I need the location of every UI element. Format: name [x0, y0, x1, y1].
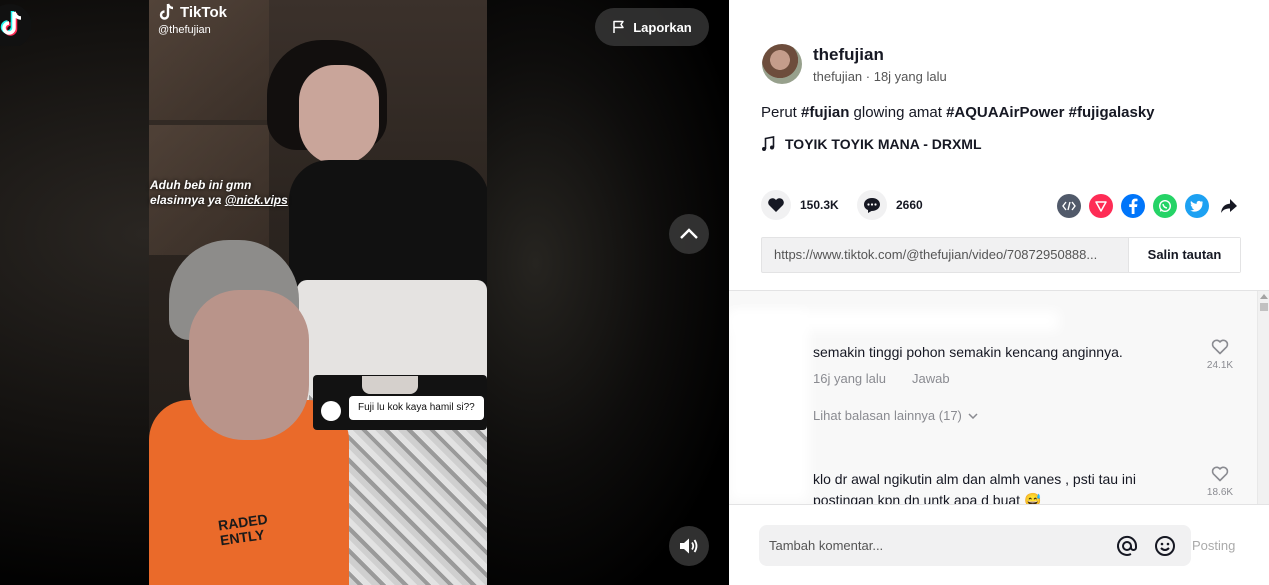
comment-placeholder: Tambah komentar...	[769, 538, 884, 553]
video-player[interactable]: RADED ENTLY TikTok @thefujian Aduh beb i…	[0, 0, 729, 585]
tiktok-note-icon	[159, 3, 174, 20]
video-link-field[interactable]: https://www.tiktok.com/@thefujian/video/…	[762, 238, 1128, 272]
comment-input[interactable]: Tambah komentar...	[759, 525, 1191, 566]
view-more-replies[interactable]: Lihat balasan lainnya (17)	[813, 408, 978, 423]
author-name[interactable]: thefujian	[813, 45, 884, 65]
heart-outline-icon	[1211, 466, 1229, 482]
comment-text-line2: postingan kpn dn untk apa d buat 😅	[813, 492, 1042, 504]
music-link[interactable]: TOYIK TOYIK MANA - DRXML	[761, 136, 982, 152]
video-frame[interactable]: RADED ENTLY	[149, 0, 487, 585]
copy-link-box: https://www.tiktok.com/@thefujian/video/…	[761, 237, 1241, 273]
send-to-friends-icon[interactable]	[1089, 194, 1113, 218]
author-avatar[interactable]	[762, 44, 802, 84]
flag-icon	[613, 20, 624, 33]
embed-icon[interactable]	[1057, 194, 1081, 218]
like-circle[interactable]	[761, 190, 791, 220]
overlay-line-2-text: elasinnya ya	[150, 193, 225, 207]
twitter-icon[interactable]	[1185, 194, 1209, 218]
watermark-logo: TikTok	[159, 2, 227, 22]
hashtag-fujigalasky[interactable]: #fujigalasky	[1069, 104, 1155, 121]
author-handle: thefujian	[813, 69, 863, 84]
comment-time: 16j yang lalu	[813, 371, 886, 386]
emoji-icon[interactable]	[1153, 534, 1177, 558]
comment-like-button[interactable]: 18.6K	[1206, 466, 1234, 498]
reply-link[interactable]: Jawab	[912, 371, 950, 386]
comment-circle[interactable]	[857, 190, 887, 220]
comment-button[interactable]: 2660	[857, 190, 923, 220]
comment-icon	[864, 197, 880, 213]
comment-scrollbar[interactable]	[1257, 291, 1269, 504]
tiktok-logo-icon[interactable]	[0, 2, 32, 48]
overlay-line-1: Aduh beb ini gmn	[150, 178, 252, 192]
hashtag-fujian[interactable]: #fujian	[801, 104, 849, 121]
person-face	[299, 65, 379, 165]
hashtag-aqua[interactable]: #AQUAAirPower	[946, 104, 1064, 121]
scroll-up-arrow-icon[interactable]	[1260, 294, 1268, 299]
blurred-avatar-region	[729, 311, 809, 501]
overlay-mention: @nick.vips	[224, 193, 288, 207]
report-label: Laporkan	[633, 19, 692, 35]
speaker-icon	[680, 538, 698, 554]
reply-sticker-avatar	[321, 401, 341, 421]
copy-link-button[interactable]: Salin tautan	[1128, 238, 1240, 272]
scrollbar-thumb[interactable]	[1260, 303, 1268, 311]
post-time: 18j yang lalu	[873, 69, 947, 84]
share-arrow-icon[interactable]	[1217, 194, 1241, 218]
like-button[interactable]: 150.3K	[761, 190, 839, 220]
comment-like-count: 18.6K	[1206, 487, 1234, 498]
view-more-replies-label: Lihat balasan lainnya (17)	[813, 408, 962, 423]
chevron-up-icon	[680, 228, 698, 239]
author-meta: thefujian · 18j yang lalu	[813, 69, 947, 84]
details-panel: thefujian thefujian · 18j yang lalu Peru…	[729, 0, 1269, 585]
overlay-line-2: elasinnya ya @nick.vips	[150, 193, 288, 208]
post-description: Perut #fujian glowing amat #AQUAAirPower…	[761, 104, 1155, 121]
facebook-icon[interactable]	[1121, 194, 1145, 218]
comment-list[interactable]: semakin tinggi pohon semakin kencang ang…	[729, 291, 1257, 504]
previous-video-button[interactable]	[669, 214, 709, 254]
volume-button[interactable]	[669, 526, 709, 566]
music-note-icon	[762, 136, 775, 151]
comment-like-button[interactable]: 24.1K	[1206, 339, 1234, 371]
comment-text: semakin tinggi pohon semakin kencang ang…	[813, 344, 1123, 360]
post-comment-button[interactable]: Posting	[1192, 538, 1235, 553]
chevron-down-icon	[968, 412, 978, 419]
desc-text: glowing amat	[849, 104, 947, 121]
comment-composer: Tambah komentar... Posting	[729, 504, 1269, 585]
like-count: 150.3K	[800, 198, 839, 212]
comment-text: klo dr awal ngikutin alm dan almh vanes …	[813, 471, 1136, 487]
reply-sticker-text: Fuji lu kok kaya hamil si??	[349, 396, 484, 420]
watermark-brand: TikTok	[180, 3, 227, 21]
video-blur-background-right	[487, 0, 729, 585]
mention-icon[interactable]	[1115, 534, 1139, 558]
report-button[interactable]: Laporkan	[595, 8, 709, 46]
video-text-overlay: Aduh beb ini gmn elasinnya ya @nick.vips	[150, 178, 288, 208]
person-face	[189, 290, 309, 440]
comment-count: 2660	[896, 198, 923, 212]
music-title: TOYIK TOYIK MANA - DRXML	[785, 136, 982, 152]
reply-sticker-thumbnail	[362, 376, 418, 394]
whatsapp-icon[interactable]	[1153, 194, 1177, 218]
heart-outline-icon	[1211, 339, 1229, 355]
watermark-handle: @thefujian	[158, 24, 211, 36]
heart-icon	[768, 198, 784, 212]
comment-like-count: 24.1K	[1206, 360, 1234, 371]
desc-text: Perut	[761, 104, 802, 121]
